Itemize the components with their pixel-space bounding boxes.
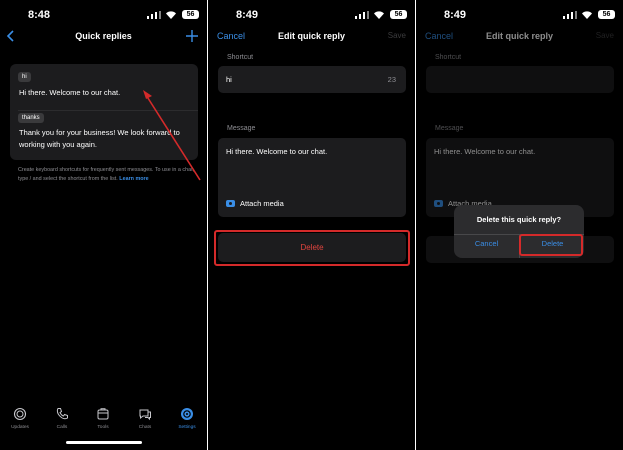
message-label: Message (227, 125, 256, 132)
delete-confirm-screen: 8:49 56 Cancel Edit quick reply Save Sho… (416, 0, 623, 450)
quick-replies-screen: 8:48 56 Quick replies hi Hi there. Welco… (0, 0, 207, 450)
annotation-arrow (143, 90, 201, 181)
tab-label: Tools (97, 425, 109, 430)
dialog-cancel-button[interactable]: Cancel (454, 239, 519, 248)
status-time: 8:49 (236, 9, 259, 21)
tab-label: Chats (138, 425, 152, 430)
settings-icon (181, 408, 193, 420)
shortcut-field (426, 66, 614, 93)
nav-bar: Cancel Edit quick reply Save (416, 28, 623, 48)
save-button: Save (595, 31, 614, 40)
message-value: Hi there. Welcome to our chat. (434, 147, 536, 156)
tab-chats[interactable]: Chats (129, 407, 161, 430)
message-label: Message (435, 125, 464, 132)
tab-label: Updates (11, 425, 29, 430)
edit-quick-reply-screen: 8:49 56 Cancel Edit quick reply Save Sho… (208, 0, 415, 450)
attach-media-button[interactable]: Attach media (226, 199, 284, 208)
tab-tools[interactable]: Tools (87, 407, 119, 430)
annotation-highlight (214, 230, 410, 266)
message-field[interactable]: Hi there. Welcome to our chat. Attach me… (218, 138, 406, 217)
page-title: Edit quick reply (277, 31, 346, 41)
message-value: Hi there. Welcome to our chat. (226, 147, 328, 156)
phone-icon (56, 408, 68, 420)
char-count: 23 (387, 75, 396, 84)
wifi-icon (374, 11, 384, 19)
updates-icon (13, 407, 27, 421)
save-button[interactable]: Save (388, 31, 406, 40)
battery-icon: 56 (390, 10, 407, 19)
shortcut-field[interactable]: hi 23 (218, 66, 406, 93)
chats-icon (139, 409, 151, 421)
tab-label: Calls (56, 425, 68, 430)
tab-settings[interactable]: Settings (171, 407, 203, 430)
tab-label: Settings (178, 425, 196, 430)
shortcut-value: hi (226, 75, 232, 84)
page-title: Edit quick reply (485, 31, 554, 41)
tab-updates[interactable]: Updates (4, 407, 36, 430)
tab-calls[interactable]: Calls (46, 407, 78, 430)
status-bar: 8:49 56 (208, 0, 415, 28)
shortcut-label: Shortcut (227, 54, 254, 61)
tab-bar: Updates Calls Tools Chats Settings (0, 407, 207, 437)
signal-icon (355, 11, 369, 19)
shortcut-label: Shortcut (435, 54, 462, 61)
dialog-title: Delete this quick reply? (476, 215, 562, 224)
nav-bar: Cancel Edit quick reply Save (208, 28, 415, 48)
annotation-highlight (519, 234, 583, 256)
tools-icon (97, 408, 109, 420)
camera-icon (226, 200, 235, 207)
camera-icon (434, 200, 443, 207)
attach-media-label: Attach media (240, 199, 284, 208)
home-indicator (66, 441, 142, 444)
